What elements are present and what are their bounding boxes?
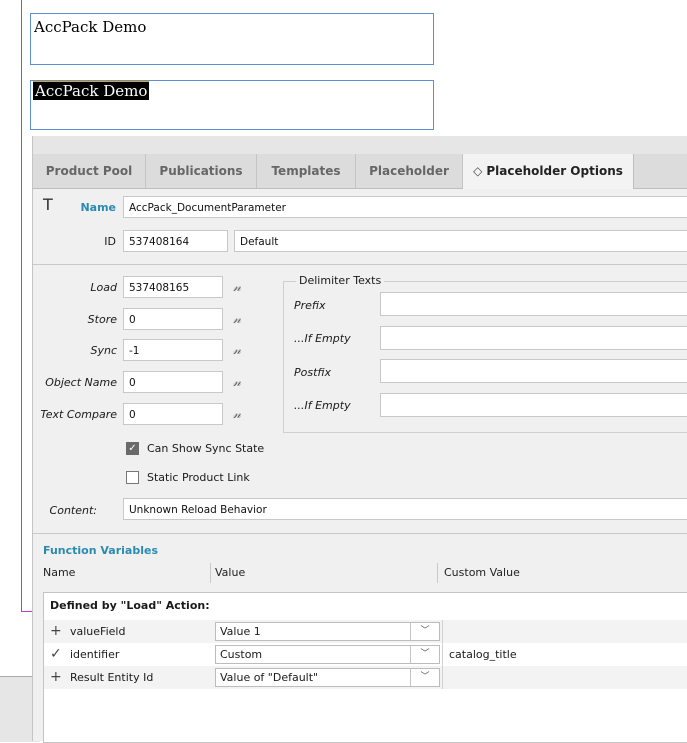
table-row[interactable]: + Result Entity Id Value of "Default" ﹀ xyxy=(44,666,687,689)
object-name-field[interactable]: 0 xyxy=(123,371,223,393)
name-label: Name xyxy=(80,201,116,214)
postfix-label: Postfix xyxy=(294,366,332,379)
text-compare-field[interactable]: 0 xyxy=(123,403,223,425)
custom-value-text: catalog_title xyxy=(449,648,517,661)
text-compare-edit-icon[interactable]: 𝓃 xyxy=(233,408,247,422)
tab-publications[interactable]: Publications xyxy=(146,154,257,188)
postfix-field[interactable] xyxy=(380,359,687,383)
col-header-value[interactable]: Value xyxy=(215,566,245,579)
chevron-down-icon[interactable]: ﹀ xyxy=(410,623,439,640)
id-label: ID xyxy=(104,235,116,248)
chevron-down-icon[interactable]: ﹀ xyxy=(410,646,439,663)
if-empty-postfix-label: ...If Empty xyxy=(294,399,351,412)
if-empty-postfix-field[interactable] xyxy=(380,393,687,417)
id-default-field[interactable]: Default xyxy=(234,230,687,252)
text-frame-2-content: AccPack Demo xyxy=(33,81,150,100)
group-header-load-action: Defined by "Load" Action: xyxy=(50,599,210,612)
custom-value-cell[interactable] xyxy=(442,620,687,643)
content-label: Content: xyxy=(49,504,97,517)
col-header-custom-value[interactable]: Custom Value xyxy=(444,566,520,579)
id-field[interactable]: 537408164 xyxy=(123,230,228,252)
sync-label: Sync xyxy=(90,344,117,357)
tab-label: Publications xyxy=(159,164,243,178)
tab-placeholder-options[interactable]: ◇ Placeholder Options xyxy=(463,154,634,189)
col-divider[interactable] xyxy=(437,563,438,583)
if-empty-prefix-label: ...If Empty xyxy=(294,332,351,345)
load-label: Load xyxy=(90,281,117,294)
store-edit-icon[interactable]: 𝓃 xyxy=(233,313,247,327)
chevron-down-icon[interactable]: ﹀ xyxy=(410,669,439,686)
col-divider[interactable] xyxy=(210,563,211,583)
object-name-edit-icon[interactable]: 𝓃 xyxy=(233,376,247,390)
text-frame-1[interactable]: AccPack Demo xyxy=(30,13,434,65)
store-field[interactable]: 0 xyxy=(123,308,223,330)
text-compare-label: Text Compare xyxy=(40,408,117,421)
page-boundary xyxy=(21,0,22,612)
delimiter-texts-group: Delimiter Texts Prefix ...If Empty Postf… xyxy=(283,274,687,433)
function-variables-title: Function Variables xyxy=(43,544,159,557)
sync-edit-icon[interactable]: 𝓃 xyxy=(233,344,247,358)
tab-label: Placeholder xyxy=(369,164,449,178)
value-select-text: Value 1 xyxy=(220,625,261,638)
panel-tabs: Product Pool Publications Templates Plac… xyxy=(33,154,687,189)
tab-placeholder[interactable]: Placeholder xyxy=(356,154,463,188)
text-frame-1-content: AccPack Demo xyxy=(34,18,147,36)
can-show-sync-state-label: Can Show Sync State xyxy=(147,442,265,455)
tab-product-pool[interactable]: Product Pool xyxy=(33,154,146,188)
store-label: Store xyxy=(87,313,117,326)
tab-label: Templates xyxy=(271,164,341,178)
value-select-text: Value of "Default" xyxy=(220,671,319,684)
tab-label: Placeholder Options xyxy=(486,164,623,178)
load-field[interactable]: 537408165 xyxy=(123,276,223,298)
content-field[interactable]: Unknown Reload Behavior xyxy=(123,498,687,520)
custom-value-cell[interactable] xyxy=(442,666,687,689)
custom-value-cell[interactable]: catalog_title xyxy=(442,643,687,666)
table-row[interactable]: ✓ identifier Custom ﹀ catalog_title xyxy=(44,643,687,666)
sync-field[interactable]: -1 xyxy=(123,339,223,361)
value-select[interactable]: Value 1 ﹀ xyxy=(215,622,440,641)
function-variables-table: Defined by "Load" Action: + valueField V… xyxy=(43,592,687,743)
text-type-icon: T xyxy=(43,195,53,214)
section-divider xyxy=(33,264,687,265)
name-field[interactable]: AccPack_DocumentParameter xyxy=(123,196,687,218)
section-divider xyxy=(33,533,687,534)
tab-label: Product Pool xyxy=(45,164,133,178)
row-name: valueField xyxy=(70,625,126,638)
static-product-link-label: Static Product Link xyxy=(147,471,250,484)
col-header-name[interactable]: Name xyxy=(43,566,75,579)
static-product-link-checkbox[interactable] xyxy=(126,471,139,484)
load-edit-icon[interactable]: 𝓃 xyxy=(233,281,247,295)
row-name: identifier xyxy=(70,648,120,661)
value-select[interactable]: Custom ﹀ xyxy=(215,645,440,664)
if-empty-prefix-field[interactable] xyxy=(380,326,687,350)
value-select[interactable]: Value of "Default" ﹀ xyxy=(215,668,440,687)
plus-icon[interactable]: + xyxy=(50,668,62,686)
text-frame-2-selected[interactable]: AccPack Demo xyxy=(30,80,434,130)
prefix-label: Prefix xyxy=(294,299,326,312)
value-select-text: Custom xyxy=(220,648,263,661)
tab-templates[interactable]: Templates xyxy=(257,154,356,188)
plus-icon[interactable]: + xyxy=(50,622,62,640)
prefix-field[interactable] xyxy=(380,292,687,316)
placeholder-options-panel: Product Pool Publications Templates Plac… xyxy=(32,136,687,743)
table-row[interactable]: + valueField Value 1 ﹀ xyxy=(44,620,687,643)
check-icon[interactable]: ✓ xyxy=(50,645,62,663)
panel-title-strip xyxy=(33,136,687,155)
delimiter-texts-legend: Delimiter Texts xyxy=(296,274,385,287)
can-show-sync-state-checkbox[interactable]: ✓ xyxy=(126,442,139,455)
object-name-label: Object Name xyxy=(45,376,117,389)
tab-chevron-icon: ◇ xyxy=(473,164,483,178)
row-name: Result Entity Id xyxy=(70,671,154,684)
